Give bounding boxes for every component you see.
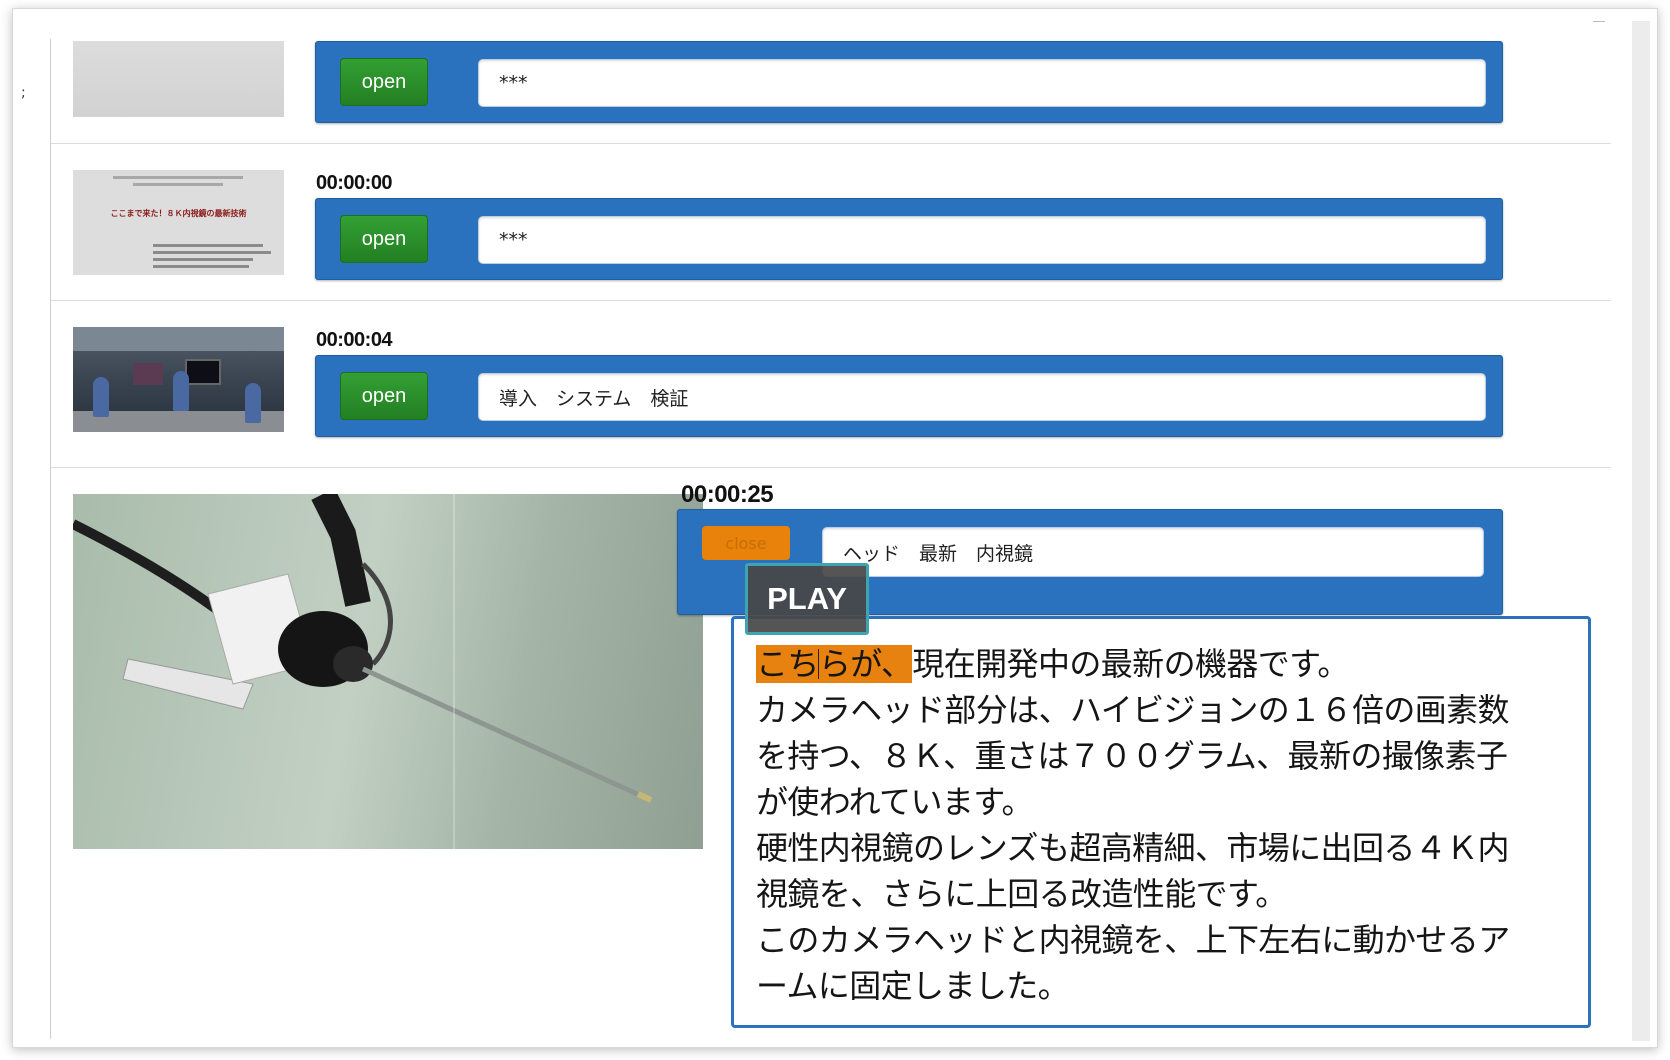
row-divider	[51, 300, 1611, 301]
slide-title: ここまで来た！８Ｋ内視鏡の最新技術	[110, 209, 247, 218]
transcript-line: 視鏡を、さらに上回る改造性能です。	[756, 875, 1287, 913]
transcript-line: カメラヘッド部分は、ハイビジョンの１６倍の画素数	[756, 691, 1510, 729]
scene-thumbnail-1[interactable]	[73, 41, 284, 117]
thumb-monitor	[133, 363, 163, 385]
transcript-line: このカメラヘッドと内視鏡を、上下左右に動かせるア	[756, 921, 1510, 959]
row-divider	[51, 143, 1611, 144]
thumb-person	[93, 377, 109, 417]
row-divider	[51, 467, 1611, 468]
endoscope-illustration	[73, 494, 653, 803]
thumb-ceiling	[73, 327, 284, 351]
slide-text-line	[153, 244, 263, 247]
camera-cable	[73, 519, 226, 619]
timestamp: 00:00:25	[681, 481, 774, 508]
close-button[interactable]: close	[702, 526, 790, 560]
content-left-border	[50, 39, 51, 1039]
transcript-text: 現在開発中の最新の機器です。	[912, 645, 1349, 683]
slide-text-line	[153, 251, 271, 254]
transcript-line: を持つ、８Ｋ、重さは７００グラム、最新の撮像素子	[756, 737, 1508, 775]
current-word-highlight: こち	[756, 645, 819, 683]
keywords-field[interactable]: ***	[478, 216, 1486, 264]
current-word-highlight: らが、	[818, 645, 913, 683]
scene-bar-3: open 導入 システム 検証	[315, 355, 1503, 437]
wall-seam	[453, 494, 455, 849]
scope-shaft	[361, 666, 650, 802]
scene-video-frame[interactable]	[73, 494, 703, 849]
transcript-line: 硬性内視鏡のレンズも超高精細、市場に出回る４Ｋ内	[756, 829, 1510, 867]
slide-text-line	[153, 258, 253, 261]
timestamp: 00:00:00	[316, 172, 393, 194]
transcript-panel[interactable]: こちらが、現在開発中の最新の機器です。 カメラヘッド部分は、ハイビジョンの１６倍…	[731, 616, 1591, 1028]
slide-text-line	[153, 265, 249, 268]
side-glyph: ;	[21, 85, 26, 101]
support-arm	[311, 494, 371, 607]
scene-thumbnail-3[interactable]	[73, 327, 284, 432]
open-button[interactable]: open	[340, 372, 428, 420]
slide-header-line	[113, 176, 243, 179]
scope-tip	[636, 791, 653, 803]
keywords-field[interactable]: ヘッド 最新 内視鏡	[822, 527, 1484, 577]
scene-thumbnail-2[interactable]: ここまで来た！８Ｋ内視鏡の最新技術	[73, 170, 284, 275]
app-window: ; open *** ここまで来た！８Ｋ内視鏡の最新技術 00:00:00 op…	[12, 8, 1658, 1048]
scene-bar-2: open ***	[315, 198, 1503, 280]
lens-ring	[333, 646, 373, 682]
open-button[interactable]: open	[340, 215, 428, 263]
transcript-line: こちらが、現在開発中の最新の機器です。	[756, 641, 1566, 687]
minimize-dash	[1593, 21, 1605, 22]
timestamp: 00:00:04	[316, 329, 393, 351]
transcript-line: ームに固定しました。	[756, 967, 1070, 1005]
scene-bar-1: open ***	[315, 41, 1503, 123]
transcript-line: が使われています。	[756, 783, 1033, 821]
scrollbar[interactable]	[1632, 21, 1650, 1041]
thumb-person	[173, 371, 189, 411]
thumb-monitor	[185, 359, 221, 385]
open-button[interactable]: open	[340, 58, 428, 106]
keywords-field[interactable]: ***	[478, 59, 1486, 107]
slide-header-line	[133, 183, 223, 186]
play-button[interactable]: PLAY	[745, 563, 869, 635]
thumb-person	[245, 383, 261, 423]
keywords-field[interactable]: 導入 システム 検証	[478, 373, 1486, 421]
